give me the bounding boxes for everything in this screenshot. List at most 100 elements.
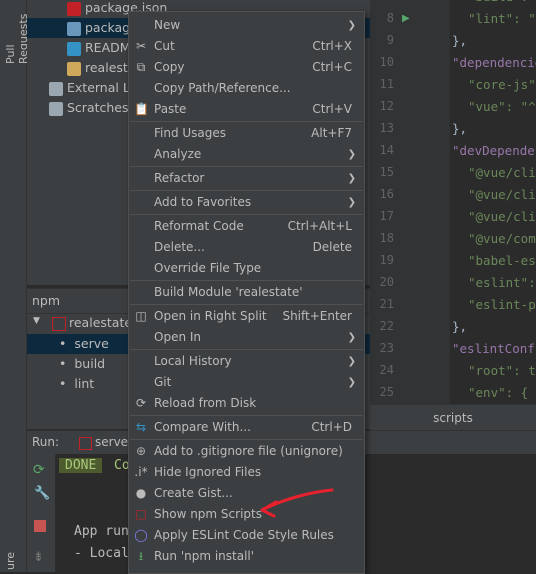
menu-item[interactable]: 📋 Paste Ctrl+V — [129, 99, 364, 120]
menu-item[interactable]: ◯ Apply ESLint Code Style Rules — [129, 525, 364, 546]
line-number: 15 — [379, 165, 394, 179]
done-badge: DONE — [59, 458, 103, 473]
menu-item-label: Add to .gitignore file (unignore) — [154, 444, 343, 458]
menu-item-label: Analyze — [154, 147, 202, 161]
menu-item-label: Apply ESLint Code Style Rules — [154, 528, 334, 542]
code-line: "devDepende — [452, 143, 535, 158]
reload-icon: ⟳ — [135, 396, 147, 410]
npm-script-label: build — [74, 356, 106, 371]
chevron-right-icon: ❯ — [347, 20, 356, 31]
copy-icon: ⧉ — [136, 60, 146, 74]
line-number: 7 — [370, 0, 394, 3]
gutter: 7 8 9 10 11 12 13 14 15 16 17 18 19 20 21 22 23 24 25 ▶ ▶ — [370, 0, 450, 404]
wrench-icon[interactable]: 🔧 — [34, 486, 50, 501]
editor-breadcrumb[interactable]: scripts — [370, 404, 536, 431]
line-number: 23 — [379, 341, 394, 355]
line-number: 24 — [379, 363, 394, 377]
menu-item-shortcut: Shift+Enter — [282, 309, 352, 323]
bullet-icon: • — [59, 376, 67, 391]
run-tab-serve[interactable]: serve — [95, 435, 128, 449]
menu-item[interactable]: Copy Path/Reference... — [129, 78, 364, 99]
npm-root[interactable]: realestate — [69, 315, 132, 330]
code-line: }, — [452, 121, 468, 136]
menu-item[interactable]: ◫ Open in Right Split Shift+Enter — [129, 306, 364, 327]
menu-item-label: Local History — [154, 354, 232, 368]
menu-item[interactable]: ✂ Cut Ctrl+X — [129, 36, 364, 57]
line-number: 19 — [379, 253, 394, 267]
line-number: 12 — [379, 99, 394, 113]
menu-separator — [130, 415, 363, 416]
menu-item-label: Reload from Disk — [154, 396, 257, 410]
menu-item[interactable]: Git ❯ — [129, 372, 364, 393]
menu-item-shortcut: Ctrl+Alt+L — [287, 219, 352, 233]
menu-item-shortcut: Ctrl+V — [312, 102, 352, 116]
menu-item[interactable]: Override File Type — [129, 258, 364, 279]
menu-item[interactable]: Open In ❯ — [129, 327, 364, 348]
line-number: 9 — [386, 33, 394, 47]
hide-ignored-icon: .i* — [134, 465, 148, 479]
bullet-icon: • — [59, 356, 67, 371]
npm-icon — [52, 317, 66, 331]
scroll-icon[interactable]: ⇟ — [33, 550, 44, 565]
npm-icon — [67, 1, 81, 16]
menu-item[interactable]: ⟳ Reload from Disk — [129, 393, 364, 414]
menu-item-label: New — [154, 18, 181, 32]
menu-item[interactable]: ⇆ Compare With... Ctrl+D — [129, 417, 364, 438]
line-number: 22 — [379, 319, 394, 333]
menu-item-label: Git — [154, 375, 172, 389]
menu-item-label: Override File Type — [154, 261, 262, 275]
npm-panel-title: npm — [32, 293, 61, 308]
code-line: "root": t — [468, 363, 536, 378]
library-icon — [49, 81, 63, 96]
menu-item[interactable]: ⧉ Copy Ctrl+C — [129, 57, 364, 78]
menu-item-label: Copy Path/Reference... — [154, 81, 291, 95]
run-script-icon[interactable]: ▶ — [402, 13, 410, 24]
download-icon: ⭳ — [138, 549, 144, 563]
menu-item-label: Add to Favorites — [154, 195, 252, 209]
structure-tab[interactable]: ure — [4, 540, 17, 570]
menu-item-label: Run 'npm install' — [154, 549, 255, 563]
menu-item-label: Reformat Code — [154, 219, 244, 233]
menu-item[interactable]: Local History ❯ — [129, 351, 364, 372]
tree-item-label: READM — [85, 40, 131, 55]
line-number: 16 — [379, 187, 394, 201]
menu-item[interactable]: New ❯ — [129, 15, 364, 36]
menu-item[interactable]: Find Usages Alt+F7 — [129, 123, 364, 144]
code-line: "eslint": — [468, 275, 536, 290]
line-number: 21 — [379, 297, 394, 311]
code-line: "core-js" — [468, 77, 536, 92]
npm-script-label: serve — [74, 336, 109, 351]
menu-item[interactable]: ⭳ Run 'npm install' — [129, 546, 364, 567]
menu-item[interactable]: Refactor ❯ — [129, 168, 364, 189]
stop-icon[interactable] — [34, 520, 46, 532]
editor[interactable]: 7 8 9 10 11 12 13 14 15 16 17 18 19 20 21 22 23 24 25 ▶ ▶ "b… — [370, 0, 536, 404]
menu-item[interactable]: Build Module 'realestate' — [129, 282, 364, 303]
menu-separator — [130, 349, 363, 350]
menu-item-shortcut: Ctrl+C — [312, 60, 352, 74]
code-line: }, — [452, 319, 468, 334]
code-line: "eslint-p — [468, 297, 536, 312]
line-number: 20 — [379, 275, 394, 289]
run-side-toolbar: ⟳ 🔧 ⇟ — [27, 454, 55, 572]
line-number: 17 — [379, 209, 394, 223]
menu-item[interactable]: Delete... Delete — [129, 237, 364, 258]
line-number: 8 — [386, 11, 394, 25]
menu-item[interactable]: ⊕ Add to .gitignore file (unignore) — [129, 441, 364, 462]
menu-item-label: Create Gist... — [154, 486, 233, 500]
menu-item-shortcut: Ctrl+X — [312, 39, 352, 53]
menu-separator — [130, 190, 363, 191]
chevron-down-icon[interactable]: ▼ — [33, 316, 40, 326]
line-number: 25 — [379, 385, 394, 399]
menu-item[interactable]: Analyze ❯ — [129, 144, 364, 165]
menu-item[interactable]: Add to Favorites ❯ — [129, 192, 364, 213]
menu-item[interactable]: Reformat Code Ctrl+Alt+L — [129, 216, 364, 237]
menu-item[interactable]: .i* Hide Ignored Files — [129, 462, 364, 483]
code-line: "env": { — [468, 385, 529, 400]
run-label: Run: — [32, 435, 60, 449]
run-script-icon[interactable]: ▶ — [402, 0, 410, 2]
menu-item-label: Copy — [154, 60, 185, 74]
code-line: "babel-es — [468, 253, 536, 268]
chevron-right-icon: ❯ — [347, 173, 356, 184]
rerun-icon[interactable]: ⟳ — [33, 462, 45, 478]
paste-icon: 📋 — [134, 102, 149, 116]
